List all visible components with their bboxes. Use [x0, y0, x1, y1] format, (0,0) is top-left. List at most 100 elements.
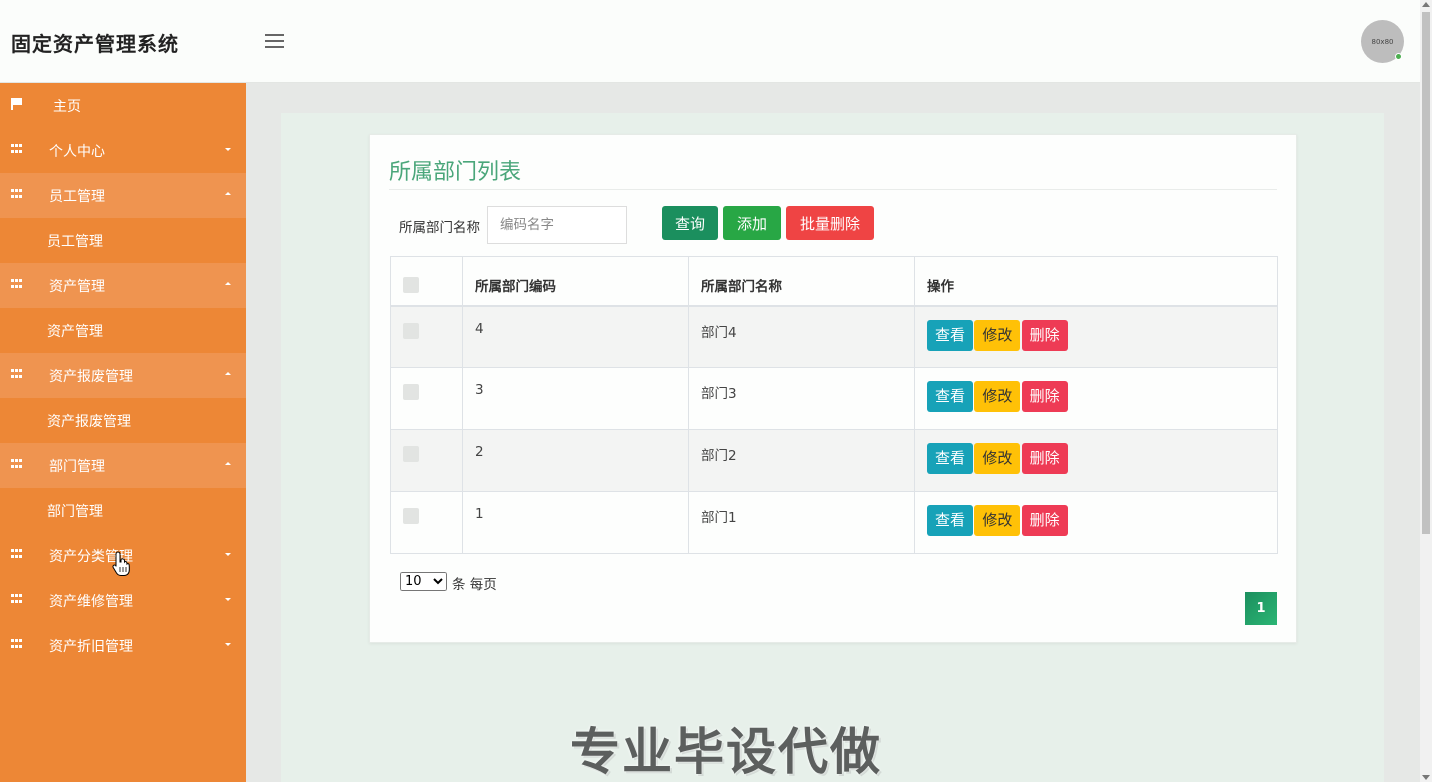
- page-title: 所属部门列表: [389, 160, 522, 185]
- scroll-down-icon[interactable]: [1422, 775, 1430, 780]
- edit-button[interactable]: 修改: [974, 443, 1021, 474]
- per-page-label: 条 每页: [452, 577, 497, 593]
- sidebar-item-asset-depreciation-mgmt[interactable]: 资产折旧管理: [0, 623, 246, 668]
- sidebar-item-asset-repair-mgmt[interactable]: 资产维修管理: [0, 578, 246, 623]
- view-button[interactable]: 查看: [927, 381, 974, 412]
- caret-down-icon: [225, 643, 231, 646]
- column-header-code: 所属部门编码: [462, 256, 689, 307]
- view-button[interactable]: 查看: [927, 319, 974, 351]
- cell-actions: 查看 修改 删除: [914, 367, 1278, 430]
- caret-up-icon: [225, 462, 231, 465]
- flag-icon: [11, 98, 23, 110]
- scrollbar-thumb[interactable]: [1422, 12, 1430, 534]
- table-row: 2 部门2 查看 修改 删除: [390, 429, 1278, 492]
- sidebar-subitem-asset-mgmt[interactable]: 资产管理: [0, 308, 246, 353]
- sidebar-item-label: 员工管理: [49, 188, 105, 205]
- page-button-current[interactable]: 1: [1245, 592, 1277, 625]
- sidebar-item-asset-mgmt[interactable]: 资产管理: [0, 263, 246, 308]
- view-button[interactable]: 查看: [927, 443, 974, 474]
- table-row: 3 部门3 查看 修改 删除: [390, 367, 1278, 430]
- grid-icon: [11, 189, 23, 199]
- select-all-cell: [390, 256, 463, 307]
- row-checkbox[interactable]: [403, 508, 419, 524]
- table-header-row: 所属部门编码 所属部门名称 操作: [390, 256, 1278, 307]
- row-checkbox[interactable]: [403, 384, 419, 400]
- delete-button[interactable]: 删除: [1021, 505, 1068, 536]
- table-row: 1 部门1 查看 修改 删除: [390, 491, 1278, 554]
- grid-icon: [11, 594, 23, 604]
- cell-name: 部门1: [688, 491, 915, 554]
- cell-name: 部门4: [688, 305, 915, 368]
- caret-up-icon: [225, 282, 231, 285]
- cell-code: 1: [462, 491, 689, 554]
- row-checkbox-cell: [390, 305, 463, 368]
- grid-icon: [11, 549, 23, 559]
- department-table: 所属部门编码 所属部门名称 操作 4 部门4 查看 修改 删除 3 部门3 查看…: [390, 256, 1278, 554]
- sidebar-item-employee-mgmt[interactable]: 员工管理: [0, 173, 246, 218]
- cell-name: 部门2: [688, 429, 915, 492]
- row-checkbox[interactable]: [403, 446, 419, 462]
- scroll-up-icon[interactable]: [1422, 2, 1430, 7]
- edit-button[interactable]: 修改: [974, 381, 1021, 412]
- sidebar-item-label: 资产折旧管理: [49, 638, 133, 655]
- sidebar-item-asset-scrap-mgmt[interactable]: 资产报废管理: [0, 353, 246, 398]
- row-checkbox-cell: [390, 367, 463, 430]
- watermark-text: 专业毕设代做: [570, 723, 882, 781]
- cell-code: 3: [462, 367, 689, 430]
- cell-name: 部门3: [688, 367, 915, 430]
- cell-actions: 查看 修改 删除: [914, 305, 1278, 368]
- list-card: 所属部门列表 所属部门名称 查询 添加 批量删除 所属部门编码 所属部门名称 操…: [369, 134, 1297, 643]
- sidebar-item-home[interactable]: 主页: [0, 83, 246, 128]
- grid-icon: [11, 639, 23, 649]
- online-status-dot: [1395, 53, 1402, 60]
- row-checkbox[interactable]: [403, 322, 419, 339]
- edit-button[interactable]: 修改: [974, 505, 1021, 536]
- delete-button[interactable]: 删除: [1021, 443, 1068, 474]
- grid-icon: [11, 459, 23, 469]
- cell-code: 2: [462, 429, 689, 492]
- grid-icon: [11, 144, 23, 154]
- avatar-text: 80x80: [1371, 37, 1394, 46]
- select-all-checkbox[interactable]: [403, 277, 419, 293]
- edit-button[interactable]: 修改: [974, 319, 1021, 351]
- sidebar-item-label: 资产管理: [49, 278, 105, 295]
- menu-toggle-icon[interactable]: [265, 34, 284, 48]
- hand-cursor-icon: [112, 551, 130, 576]
- grid-icon: [11, 369, 23, 379]
- grid-icon: [11, 279, 23, 289]
- view-button[interactable]: 查看: [927, 505, 974, 536]
- sidebar-item-personal-center[interactable]: 个人中心: [0, 128, 246, 173]
- query-button[interactable]: 查询: [662, 206, 718, 240]
- page-scrollbar[interactable]: [1420, 0, 1432, 782]
- delete-button[interactable]: 删除: [1021, 381, 1068, 412]
- column-header-name: 所属部门名称: [688, 256, 915, 307]
- sidebar-item-department-mgmt[interactable]: 部门管理: [0, 443, 246, 488]
- table-row: 4 部门4 查看 修改 删除: [390, 305, 1278, 368]
- title-divider: [389, 189, 1277, 190]
- batch-delete-button[interactable]: 批量删除: [786, 206, 874, 240]
- column-header-actions: 操作: [914, 256, 1278, 307]
- page-size-select[interactable]: 10: [400, 572, 447, 591]
- top-header: 固定资产管理系统 80x80: [0, 0, 1420, 83]
- cell-code: 4: [462, 305, 689, 368]
- sidebar: 主页 个人中心 员工管理 员工管理 资产管理 资产管理 资产报废管理 资产报废管…: [0, 83, 246, 782]
- row-checkbox-cell: [390, 491, 463, 554]
- sidebar-subitem-department-mgmt[interactable]: 部门管理: [0, 488, 246, 533]
- sidebar-subitem-employee-mgmt[interactable]: 员工管理: [0, 218, 246, 263]
- sidebar-item-label: 资产维修管理: [49, 593, 133, 610]
- caret-down-icon: [225, 148, 231, 151]
- caret-up-icon: [225, 192, 231, 195]
- sidebar-item-label: 主页: [53, 98, 81, 115]
- caret-up-icon: [225, 372, 231, 375]
- caret-down-icon: [225, 598, 231, 601]
- add-button[interactable]: 添加: [723, 206, 781, 240]
- caret-down-icon: [225, 553, 231, 556]
- row-checkbox-cell: [390, 429, 463, 492]
- sidebar-subitem-asset-scrap-mgmt[interactable]: 资产报废管理: [0, 398, 246, 443]
- sidebar-item-label: 资产报废管理: [49, 368, 133, 385]
- search-label: 所属部门名称: [399, 220, 480, 236]
- cell-actions: 查看 修改 删除: [914, 429, 1278, 492]
- sidebar-item-label: 部门管理: [49, 458, 105, 475]
- search-input[interactable]: [487, 206, 627, 244]
- delete-button[interactable]: 删除: [1021, 319, 1068, 351]
